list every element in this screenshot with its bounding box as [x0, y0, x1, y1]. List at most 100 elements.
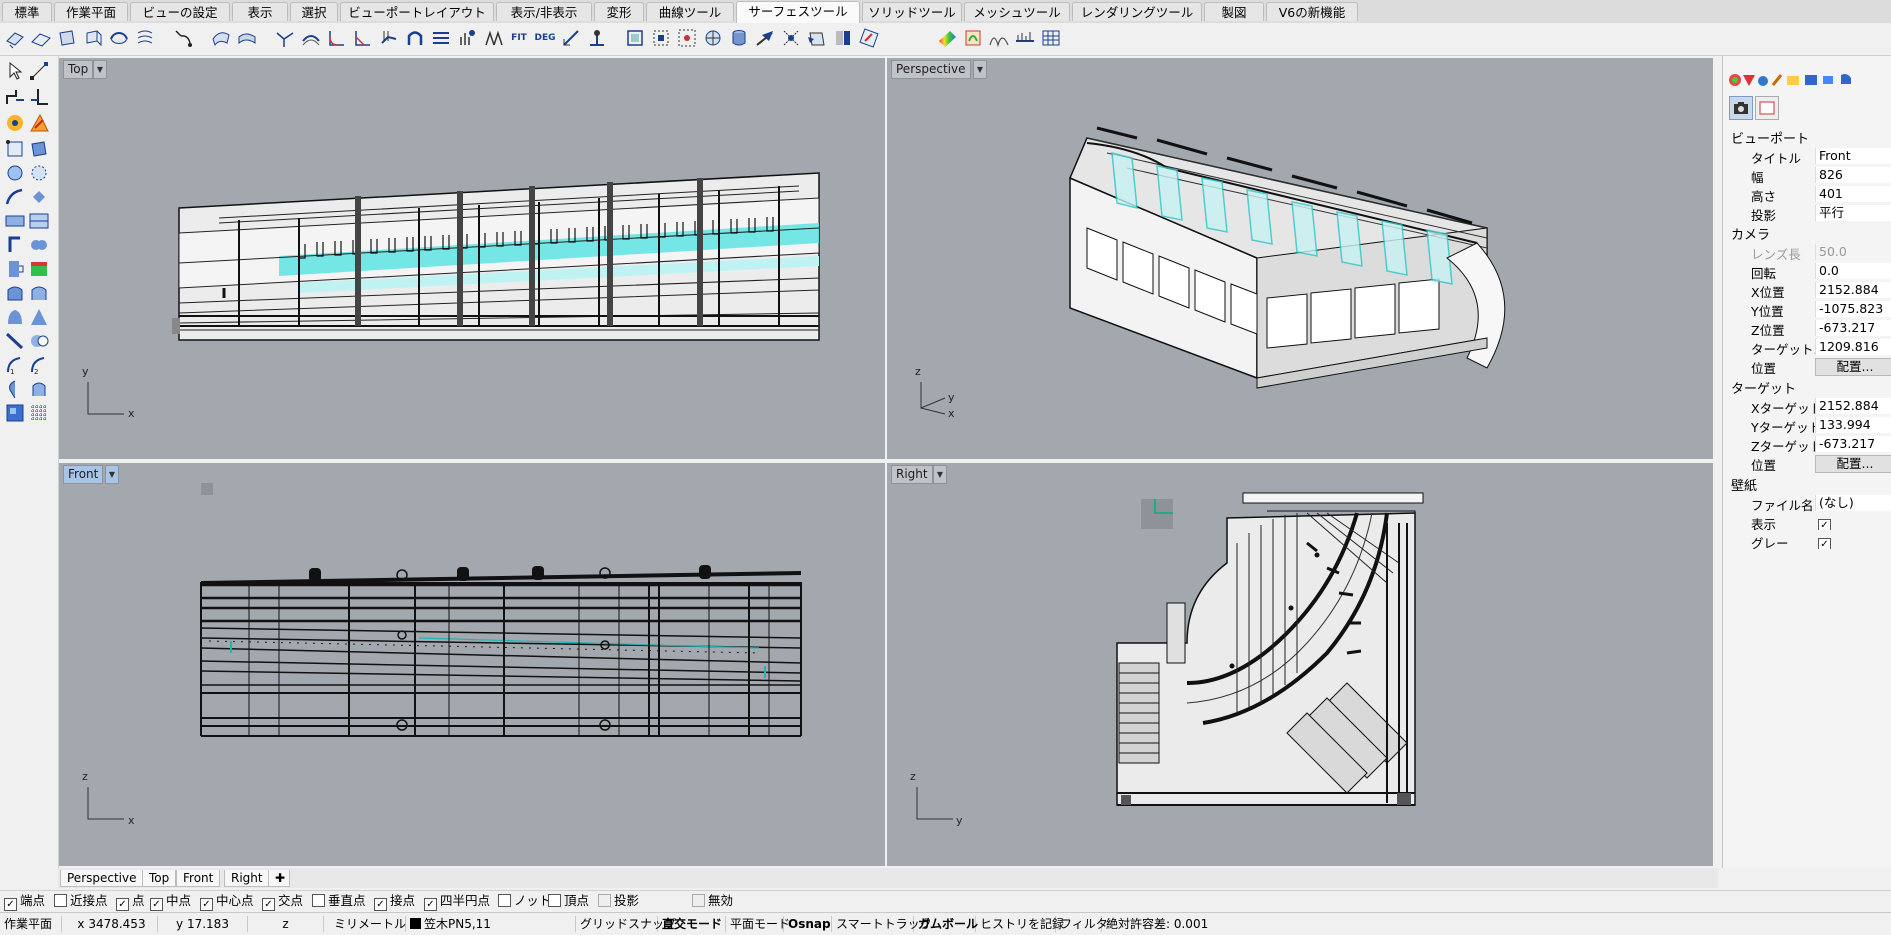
tab-render-tools[interactable]: レンダリングツール — [1072, 2, 1202, 21]
trim-icon[interactable] — [4, 330, 26, 352]
osnap-perp[interactable]: 垂直点 — [312, 894, 366, 908]
rectangle-3pt-icon[interactable] — [28, 138, 50, 160]
checkbox-icon[interactable]: ✓ — [374, 898, 387, 911]
z-target-field[interactable]: -673.217 — [1815, 436, 1891, 452]
network-srf-icon[interactable] — [832, 27, 854, 49]
tab-surface-tools[interactable]: サーフェスツール — [736, 1, 860, 23]
shrink-surface-icon[interactable] — [586, 27, 608, 49]
tab-cplanes[interactable]: 作業平面 — [54, 2, 128, 21]
arch-surface-icon[interactable] — [404, 27, 426, 49]
status-cplane[interactable]: 作業平面 — [0, 916, 62, 932]
place-camera-button[interactable]: 配置... — [1815, 358, 1891, 376]
panel-tab-icons[interactable] — [1727, 72, 1877, 88]
split-edge-icon[interactable] — [650, 27, 672, 49]
offset-surface-icon[interactable] — [300, 27, 322, 49]
dimension-icon[interactable] — [4, 306, 26, 328]
checkbox-icon[interactable] — [548, 894, 561, 907]
arc-icon[interactable] — [4, 186, 26, 208]
grid-icon[interactable] — [28, 402, 50, 424]
boolean-union-icon[interactable] — [28, 234, 50, 256]
osnap-near[interactable]: 近接点 — [54, 894, 108, 908]
title-field[interactable]: Front — [1815, 148, 1891, 164]
viewport-tab-right[interactable]: Right — [224, 870, 270, 887]
tab-mesh-tools[interactable]: メッシュツール — [964, 2, 1070, 21]
place-target-button[interactable]: 配置... — [1815, 455, 1891, 473]
fit-icon[interactable]: FIT — [508, 27, 530, 49]
tab-solid-tools[interactable]: ソリッドツール — [862, 2, 962, 21]
gray-checkbox[interactable]: ✓ — [1818, 538, 1831, 549]
point-icon[interactable] — [28, 60, 50, 82]
osnap-quad[interactable]: ✓ 四半円点 — [424, 894, 490, 911]
osnap-knot[interactable]: ノット — [498, 894, 551, 908]
checkbox-icon[interactable]: ✓ — [200, 898, 213, 911]
viewport-top[interactable]: Top ▼ y x — [59, 58, 885, 459]
planar-surface-icon[interactable] — [56, 27, 78, 49]
tab-transform[interactable]: 変形 — [594, 2, 644, 21]
tab-set-view[interactable]: ビューの設定 — [130, 2, 230, 21]
sweep-rail-icon[interactable] — [172, 27, 194, 49]
environment-map-icon[interactable] — [1040, 27, 1062, 49]
osnap-center[interactable]: ✓ 中心点 — [200, 894, 254, 911]
surface-from-edges-icon[interactable] — [30, 27, 52, 49]
viewport-front[interactable]: Front ▼ z x — [59, 463, 885, 866]
curve-interp-icon[interactable] — [28, 112, 50, 134]
viewport-tab-top[interactable]: Top — [142, 870, 177, 887]
polyline-icon[interactable] — [4, 86, 26, 108]
pull-icon[interactable] — [754, 27, 776, 49]
target-distance-field[interactable]: 1209.816 — [1815, 339, 1891, 355]
rotation-field[interactable]: 0.0 — [1815, 263, 1891, 279]
box-icon[interactable] — [4, 210, 26, 232]
viewport-frame-icon[interactable] — [1755, 96, 1779, 120]
scale-icon[interactable] — [28, 282, 50, 304]
sphere-icon[interactable] — [4, 234, 26, 256]
checkbox-icon[interactable]: ✓ — [424, 898, 437, 911]
explode-icon[interactable]: 2 — [28, 354, 50, 376]
filter-toggle[interactable]: フィルタ — [1056, 916, 1108, 932]
edge-continuity-icon[interactable] — [1014, 27, 1036, 49]
rail-revolve-icon[interactable] — [108, 27, 130, 49]
wallpaper-file-field[interactable]: (なし) — [1815, 495, 1891, 511]
group-icon[interactable] — [4, 378, 26, 400]
gumball-toggle[interactable]: ガムボール — [914, 916, 978, 932]
fillet-curve-icon[interactable] — [28, 186, 50, 208]
viewport-perspective[interactable]: Perspective ▼ z y x — [887, 58, 1713, 459]
planar-toggle[interactable]: 平面モード — [726, 916, 790, 932]
match-surface-icon[interactable] — [456, 27, 478, 49]
untrim-icon[interactable] — [560, 27, 582, 49]
tab-visibility[interactable]: 表示/非表示 — [496, 2, 592, 21]
cylinder-analysis-icon[interactable] — [728, 27, 750, 49]
tab-curve-tools[interactable]: 曲線ツール — [646, 2, 734, 21]
text-icon[interactable] — [28, 306, 50, 328]
tab-drafting[interactable]: 製図 — [1204, 2, 1264, 21]
checkbox-icon[interactable]: ✓ — [4, 898, 17, 911]
curve-from-points-icon[interactable] — [4, 112, 26, 134]
y-position-field[interactable]: -1075.823 — [1815, 301, 1891, 317]
select-arrow-icon[interactable] — [4, 60, 26, 82]
draft-analysis-icon[interactable] — [988, 27, 1010, 49]
smart-track-toggle[interactable]: スマートトラック — [832, 916, 932, 932]
edge-tools-icon[interactable] — [624, 27, 646, 49]
y-target-field[interactable]: 133.994 — [1815, 417, 1891, 433]
move-icon[interactable] — [4, 258, 26, 280]
ortho-toggle[interactable]: 直交モード — [658, 916, 726, 932]
zebra-analysis-icon[interactable] — [936, 27, 958, 49]
osnap-disable[interactable]: 無効 — [692, 894, 733, 908]
circle-icon[interactable] — [4, 162, 26, 184]
osnap-end[interactable]: ✓ 端点 — [4, 894, 45, 911]
x-target-field[interactable]: 2152.884 — [1815, 398, 1891, 414]
blend-surface-icon[interactable] — [274, 27, 296, 49]
sweep-1-icon[interactable] — [210, 27, 232, 49]
osnap-toggle[interactable]: Osnap — [784, 916, 832, 932]
checkbox-icon[interactable] — [54, 894, 67, 907]
rectangle-icon[interactable] — [4, 138, 26, 160]
osnap-point[interactable]: ✓ 点 — [116, 894, 145, 911]
osnap-int[interactable]: ✓ 交点 — [262, 894, 303, 911]
fillet-surface-icon[interactable] — [326, 27, 348, 49]
viewport-tab-perspective[interactable]: Perspective — [60, 870, 144, 887]
tab-standard[interactable]: 標準 — [2, 2, 52, 21]
projection-select[interactable]: 平行 — [1815, 205, 1891, 221]
loft-icon[interactable] — [134, 27, 156, 49]
tab-select[interactable]: 選択 — [290, 2, 338, 21]
surface-from-points-icon[interactable] — [4, 27, 26, 49]
checkbox-icon[interactable] — [312, 894, 325, 907]
